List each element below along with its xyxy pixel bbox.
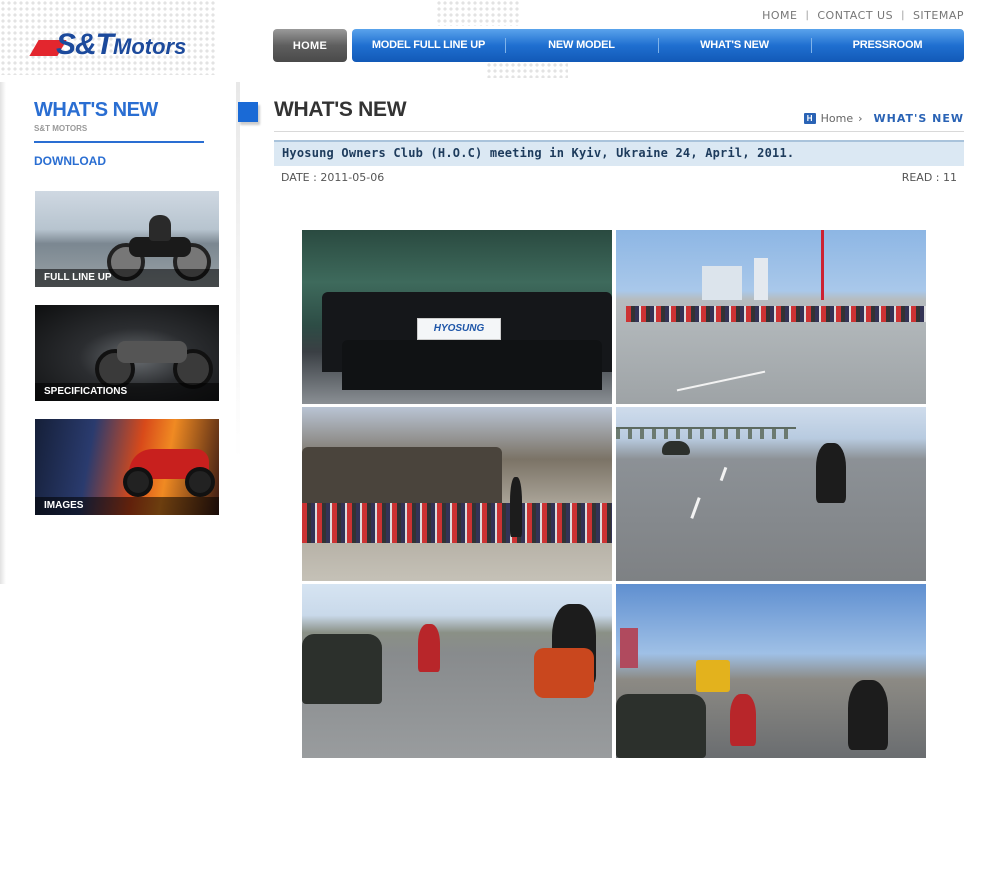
parked-motorcycles (302, 503, 612, 543)
breadcrumb-current: WHAT'S NEW (873, 112, 964, 125)
gallery-photo-highway[interactable] (302, 584, 612, 758)
tower-crane (821, 230, 824, 300)
banner-caption: FULL LINE UP (35, 269, 219, 287)
section-marker-icon (238, 102, 258, 122)
gallery-photo-parking[interactable] (616, 230, 926, 404)
sidebar-subtitle: S&T MOTORS (34, 124, 88, 133)
billboard (620, 628, 638, 668)
bridge (616, 427, 796, 439)
post-date: DATE : 2011-05-06 (281, 171, 385, 184)
nav-item-pressroom[interactable]: PRESSROOM (811, 29, 964, 62)
motorcycle-image (119, 441, 219, 497)
title-rule (274, 131, 964, 132)
sidebar-divider (236, 82, 240, 460)
page: S&TMotors HOME | CONTACT US | SITEMAP HO… (0, 0, 987, 895)
person (510, 477, 522, 537)
banner-caption: IMAGES (35, 497, 219, 515)
dot-pattern-nav (486, 62, 568, 78)
rider (418, 624, 440, 672)
post-title: Hyosung Owners Club (H.O.C) meeting in K… (274, 140, 964, 166)
top-link-contact[interactable]: CONTACT US (817, 9, 893, 22)
rider (730, 694, 756, 746)
post-meta: DATE : 2011-05-06 READ : 11 (281, 171, 957, 184)
people-standing (302, 447, 502, 507)
banner-specifications[interactable]: SPECIFICATIONS (35, 305, 219, 401)
nav-item-new-model[interactable]: NEW MODEL (505, 29, 658, 62)
dot-pattern-top (436, 0, 520, 26)
sidebar-title-rule (34, 141, 204, 143)
rider (848, 680, 888, 750)
banner-full-line-up[interactable]: FULL LINE UP (35, 191, 219, 287)
gallery-photo-group[interactable]: HYOSUNG (302, 230, 612, 404)
gallery-photo-road[interactable] (616, 584, 926, 758)
rider (816, 443, 846, 503)
post-read-count: READ : 11 (901, 171, 957, 184)
hyosung-banner: HYOSUNG (417, 318, 501, 340)
utility-links: HOME | CONTACT US | SITEMAP (762, 9, 964, 22)
sidebar-shadow (0, 82, 6, 584)
sidebar-download-link[interactable]: DOWNLOAD (34, 154, 106, 168)
buildings (702, 266, 742, 300)
top-link-sitemap[interactable]: SITEMAP (913, 9, 964, 22)
top-link-home[interactable]: HOME (762, 9, 797, 22)
logo-brand: S&T (56, 28, 114, 61)
gallery-photo-lineup[interactable] (302, 407, 612, 581)
page-title: WHAT'S NEW (274, 98, 407, 121)
banner-caption: SPECIFICATIONS (35, 383, 219, 401)
car (662, 441, 690, 455)
group-people-front (342, 340, 602, 390)
brand-logo[interactable]: S&TMotors (29, 26, 214, 66)
motorcycle-image (95, 327, 215, 389)
breadcrumb: H Home › WHAT'S NEW (803, 112, 964, 125)
buildings (754, 258, 768, 300)
nav-item-model-full-line-up[interactable]: MODEL FULL LINE UP (352, 29, 505, 62)
motorcycle (534, 648, 594, 698)
car (616, 694, 706, 758)
car (302, 634, 382, 704)
parked-motorcycles (626, 306, 926, 322)
chevron-right-icon: › (858, 112, 863, 125)
logo-suffix: Motors (113, 34, 187, 59)
gallery-photo-bridge[interactable] (616, 407, 926, 581)
divider: | (805, 10, 810, 21)
breadcrumb-home[interactable]: Home (821, 112, 853, 125)
nav-item-whats-new[interactable]: WHAT'S NEW (658, 29, 811, 62)
bus (696, 660, 730, 692)
divider: | (901, 10, 905, 21)
photo-gallery: HYOSUNG (302, 230, 926, 758)
home-icon: H (803, 113, 816, 124)
sidebar-title: WHAT'S NEW (34, 99, 158, 121)
banner-images[interactable]: IMAGES (35, 419, 219, 515)
nav-home-button[interactable]: HOME (273, 29, 347, 62)
main-nav: MODEL FULL LINE UP NEW MODEL WHAT'S NEW … (352, 29, 964, 62)
